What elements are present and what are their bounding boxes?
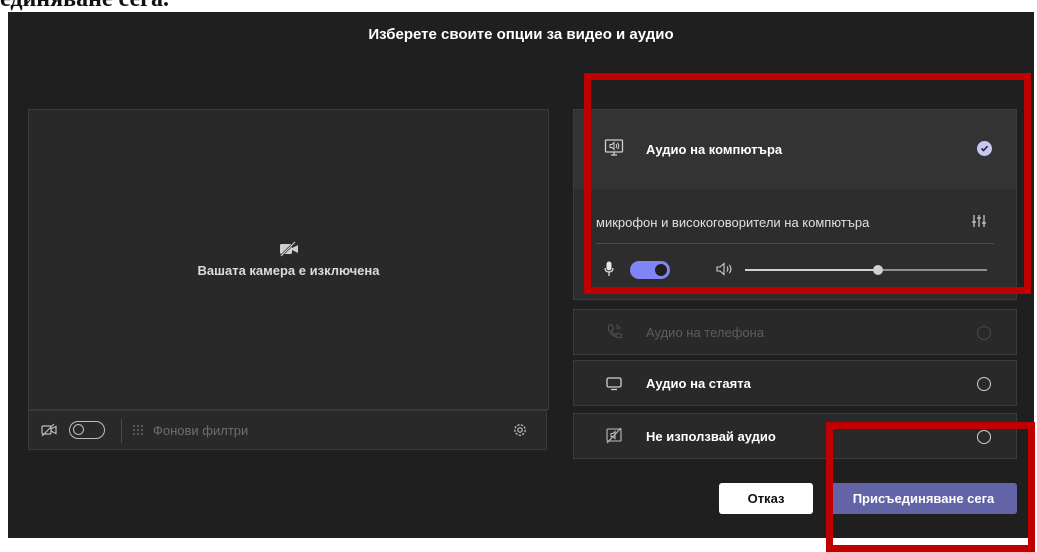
background-filters-button[interactable]: Фонови филтри bbox=[153, 423, 248, 438]
selected-check-icon bbox=[977, 141, 992, 156]
volume-slider-thumb[interactable] bbox=[873, 265, 884, 275]
toolbar-divider bbox=[121, 419, 122, 443]
phone-audio-radio bbox=[977, 326, 991, 340]
phone-icon bbox=[607, 324, 623, 339]
audio-device-name[interactable]: микрофон и високоговорители на компютъра bbox=[596, 215, 869, 230]
computer-audio-label: Аудио на компютъра bbox=[646, 142, 783, 157]
camera-status-text: Вашата камера е изключена bbox=[197, 263, 380, 278]
room-audio-label: Аудио на стаята bbox=[646, 376, 751, 391]
camera-toolbar: Фонови филтри bbox=[28, 410, 547, 450]
computer-audio-header[interactable]: Аудио на компютъра bbox=[574, 110, 1016, 189]
audio-card-divider bbox=[596, 243, 994, 244]
volume-slider[interactable] bbox=[745, 265, 987, 275]
audio-settings-icon[interactable] bbox=[971, 214, 987, 228]
volume-slider-fill bbox=[745, 269, 879, 271]
device-settings-icon[interactable] bbox=[511, 421, 529, 439]
teams-join-dialog: Изберете своите опции за видео и аудио В… bbox=[8, 12, 1034, 538]
cancel-button[interactable]: Отказ bbox=[719, 483, 813, 514]
camera-off-icon bbox=[279, 241, 298, 257]
join-now-button[interactable]: Присъединяване сега bbox=[830, 483, 1017, 514]
room-audio-icon bbox=[606, 377, 622, 391]
microphone-icon bbox=[604, 261, 614, 276]
camera-off-icon bbox=[41, 423, 57, 437]
speaker-icon bbox=[716, 262, 732, 276]
background-filters-icon bbox=[132, 424, 144, 436]
camera-toggle[interactable] bbox=[69, 421, 105, 439]
no-audio-option[interactable]: Не използвай аудио bbox=[573, 413, 1017, 459]
room-audio-radio[interactable] bbox=[977, 377, 991, 391]
computer-audio-option[interactable]: Аудио на компютъра микрофон и високогово… bbox=[573, 109, 1017, 300]
no-audio-icon bbox=[606, 427, 622, 444]
camera-preview: Вашата камера е изключена bbox=[28, 109, 549, 410]
room-audio-option[interactable]: Аудио на стаята bbox=[573, 360, 1017, 406]
no-audio-radio[interactable] bbox=[977, 430, 991, 444]
no-audio-label: Не използвай аудио bbox=[646, 429, 776, 444]
microphone-toggle[interactable] bbox=[630, 261, 670, 279]
computer-audio-icon bbox=[604, 139, 624, 156]
phone-audio-label: Аудио на телефона bbox=[646, 325, 765, 340]
phone-audio-option: Аудио на телефона bbox=[573, 309, 1017, 355]
dialog-title: Изберете своите опции за видео и аудио bbox=[368, 26, 674, 43]
